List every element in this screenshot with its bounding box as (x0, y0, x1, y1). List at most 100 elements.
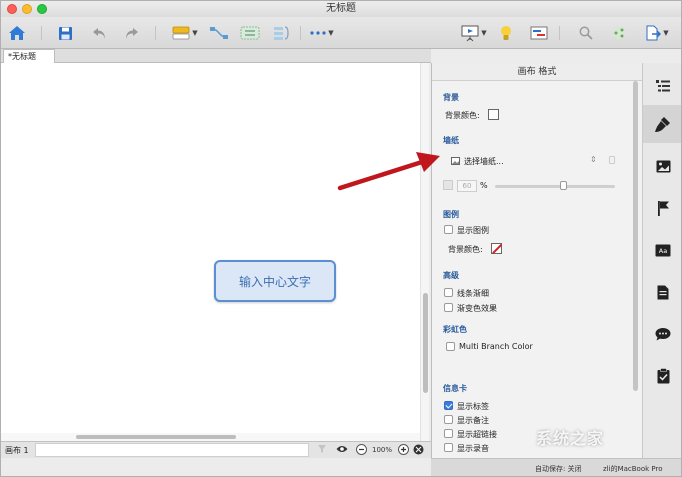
wallpaper-opacity-slider[interactable] (495, 185, 615, 188)
filter-button[interactable] (317, 444, 327, 457)
sheet-tab[interactable]: 画布 1 (5, 445, 29, 456)
notes-icon (657, 285, 669, 299)
relationship-icon (210, 27, 228, 39)
panel-title: 画布 格式 (432, 63, 642, 81)
rail-format-button[interactable] (643, 105, 681, 143)
section-info-card: 信息卡 (443, 384, 467, 393)
presentation-icon (461, 25, 479, 41)
task-icon (657, 368, 669, 384)
show-audio-label: 显示录音 (457, 444, 489, 453)
gradient-checkbox[interactable] (444, 303, 453, 312)
chevron-down-icon: ▼ (663, 29, 669, 37)
show-legend-label: 显示图例 (457, 226, 489, 235)
zoom-in-button[interactable] (398, 444, 409, 458)
legend-color-well[interactable] (491, 243, 502, 254)
annotation-arrow-icon (337, 152, 440, 191)
show-hyperlinks-checkbox[interactable] (444, 429, 453, 438)
show-notes-checkbox[interactable] (444, 415, 453, 424)
boundary-icon (240, 26, 260, 40)
chevron-down-icon: ▼ (328, 29, 334, 37)
canvas-vertical-scrollbar[interactable] (420, 63, 429, 441)
redo-button[interactable] (121, 23, 141, 43)
side-rail: Aa (642, 63, 681, 458)
topic-icon (172, 26, 190, 40)
show-hyperlinks-label: 显示超链接 (457, 430, 497, 439)
canvas-horizontal-scroll-thumb[interactable] (76, 435, 236, 439)
export-button[interactable]: ▼ (641, 23, 673, 43)
topic-button[interactable]: ▼ (169, 23, 201, 43)
chevron-down-icon: ▼ (481, 29, 487, 37)
rail-outline-button[interactable] (643, 67, 681, 105)
status-bar: 画布 1 100% (1, 441, 431, 458)
wallpaper-select[interactable]: 选择墙纸... ⇕ (449, 154, 619, 168)
undo-icon (92, 27, 105, 39)
rail-marker-button[interactable] (643, 189, 681, 227)
share-button[interactable] (609, 23, 629, 43)
window-title: 无标题 (326, 3, 356, 14)
tab-untitled[interactable]: *无标题 (3, 49, 55, 64)
brainstorm-button[interactable] (496, 23, 516, 43)
filter-icon (318, 445, 326, 453)
multi-branch-color-checkbox[interactable] (446, 342, 455, 351)
save-button[interactable] (55, 23, 75, 43)
show-legend-checkbox[interactable] (444, 225, 453, 234)
undo-button[interactable] (89, 23, 109, 43)
zoom-in-icon (398, 444, 409, 455)
summary-icon (274, 26, 289, 40)
svg-text:Aa: Aa (659, 247, 667, 255)
section-background: 背景 (443, 93, 459, 102)
canvas-horizontal-scrollbar[interactable] (1, 433, 420, 441)
more-button[interactable]: ▼ (307, 23, 337, 43)
boundary-button[interactable] (239, 23, 261, 43)
flag-icon (657, 201, 669, 216)
home-icon (9, 26, 25, 40)
close-window-button[interactable] (7, 4, 17, 14)
search-icon (579, 26, 593, 40)
gradient-label: 渐变色效果 (457, 304, 497, 313)
fit-map-button[interactable] (413, 444, 424, 458)
mind-map-canvas[interactable]: 输入中心文字 (1, 63, 429, 441)
zoom-level: 100% (372, 446, 393, 454)
autosave-status[interactable]: 自动保存: 关闭 (535, 464, 582, 474)
tapered-lines-label: 线条渐细 (457, 289, 489, 298)
view-toggle-button[interactable] (336, 444, 348, 457)
background-color-well[interactable] (488, 109, 499, 120)
chevron-down-icon: ▼ (192, 29, 198, 37)
background-color-label: 背景颜色: (445, 111, 480, 120)
eye-icon (336, 446, 348, 452)
zoom-window-button[interactable] (37, 4, 47, 14)
updown-chevron-icon: ⇕ (590, 155, 597, 164)
rail-task-button[interactable] (643, 357, 681, 395)
text-style-icon: Aa (655, 244, 671, 256)
watermark-logo: 系统之家 (536, 429, 605, 448)
panel-scroll-thumb[interactable] (633, 81, 638, 391)
wallpaper-opacity-input[interactable]: 60 (457, 180, 477, 192)
app-window: 无标题 ▼ ▼ ▼ ▼ *无标题 输入中心文字 画布 1 100% 自动保存: … (0, 0, 682, 477)
show-audio-checkbox[interactable] (444, 443, 453, 452)
gantt-button[interactable] (528, 23, 550, 43)
show-labels-checkbox[interactable] (444, 401, 453, 410)
summary-button[interactable] (271, 23, 293, 43)
share-icon (613, 27, 625, 39)
redo-icon (125, 27, 138, 39)
rail-image-button[interactable] (643, 147, 681, 185)
home-button[interactable] (6, 23, 28, 43)
panel-scrollbar[interactable] (632, 81, 640, 411)
search-button[interactable] (576, 23, 596, 43)
multi-branch-color-label: Multi Branch Color (459, 342, 533, 351)
presentation-button[interactable]: ▼ (458, 23, 490, 43)
canvas-vertical-scroll-thumb[interactable] (423, 293, 428, 393)
section-legend: 图例 (443, 210, 459, 219)
zoom-out-icon (356, 444, 367, 455)
trash-icon[interactable] (609, 156, 615, 164)
relationship-button[interactable] (208, 23, 230, 43)
central-topic[interactable]: 输入中心文字 (214, 260, 336, 302)
minimize-window-button[interactable] (22, 4, 32, 14)
tapered-lines-checkbox[interactable] (444, 288, 453, 297)
image-icon (451, 157, 460, 165)
rail-comment-button[interactable] (643, 315, 681, 353)
rail-notes-button[interactable] (643, 273, 681, 311)
rail-text-style-button[interactable]: Aa (643, 231, 681, 269)
wallpaper-opacity-slider-knob[interactable] (560, 181, 567, 190)
zoom-out-button[interactable] (356, 444, 367, 458)
